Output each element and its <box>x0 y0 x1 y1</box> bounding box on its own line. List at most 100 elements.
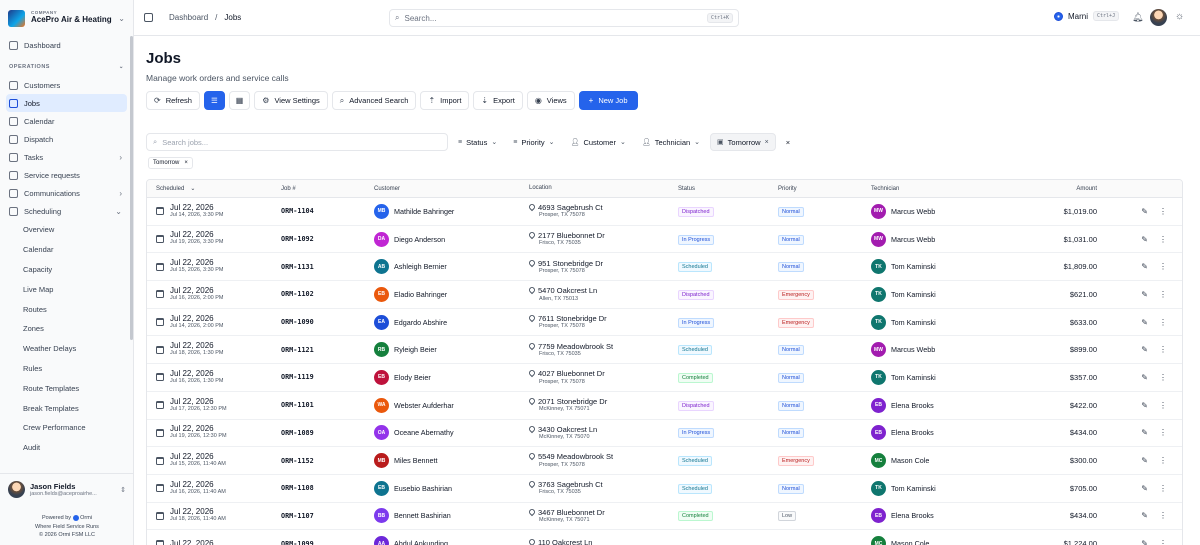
sidebar-item-customers[interactable]: Customers <box>6 76 127 94</box>
sidebar-item-dashboard[interactable]: Dashboard <box>6 36 127 54</box>
table-row[interactable]: Jul 22, 2026 Jul 18, 2026, 11:40 AM ORM-… <box>147 503 1182 531</box>
close-icon[interactable]: × <box>765 139 769 146</box>
edit-icon[interactable]: ✎ <box>1141 401 1148 410</box>
job-number[interactable]: ORM-1107 <box>281 512 374 520</box>
customer-filter[interactable]: 👤︎ Customer ⌄ <box>565 133 632 151</box>
export-button[interactable]: ⇣ Export <box>473 91 523 110</box>
cell-customer[interactable]: EB Elody Beier <box>374 369 529 385</box>
table-row[interactable]: Jul 22, 2026 Jul 14, 2026, 3:30 PM ORM-1… <box>147 198 1182 226</box>
edit-icon[interactable]: ✎ <box>1141 318 1148 327</box>
sidebar-scrollbar[interactable] <box>130 36 133 340</box>
cell-customer[interactable]: RB Ryleigh Beier <box>374 342 529 358</box>
more-vertical-icon[interactable]: ⋮ <box>1159 456 1167 465</box>
sidebar-subitem-route-templates[interactable]: Route Templates <box>0 378 133 398</box>
close-icon[interactable]: × <box>184 160 188 166</box>
clear-filters-button[interactable]: × <box>780 133 796 151</box>
board-view-button[interactable]: ▦ <box>228 91 251 110</box>
table-row[interactable]: Jul 22, 2026 ORM-1099 AA Abdul Ankunding… <box>147 530 1182 545</box>
table-row[interactable]: Jul 22, 2026 Jul 14, 2026, 2:00 PM ORM-1… <box>147 309 1182 337</box>
cell-customer[interactable]: OA Oceane Abernathy <box>374 425 529 441</box>
table-row[interactable]: Jul 22, 2026 Jul 17, 2026, 12:30 PM ORM-… <box>147 392 1182 420</box>
breadcrumb-dashboard[interactable]: Dashboard <box>169 13 208 22</box>
edit-icon[interactable]: ✎ <box>1141 511 1148 520</box>
sidebar-subitem-routes[interactable]: Routes <box>0 299 133 319</box>
job-number[interactable]: ORM-1101 <box>281 401 374 409</box>
more-vertical-icon[interactable]: ⋮ <box>1159 428 1167 437</box>
theme-toggle-icon[interactable]: ☼ <box>1175 11 1184 22</box>
active-filter-chip[interactable]: Tomorrow × <box>148 157 193 169</box>
sidebar-subitem-calendar[interactable]: Calendar <box>0 240 133 260</box>
cell-customer[interactable]: EB Eusebio Bashirian <box>374 480 529 496</box>
more-vertical-icon[interactable]: ⋮ <box>1159 262 1167 271</box>
sidebar-subitem-audit[interactable]: Audit <box>0 438 133 458</box>
sidebar-item-calendar[interactable]: Calendar <box>6 112 127 130</box>
more-vertical-icon[interactable]: ⋮ <box>1159 345 1167 354</box>
job-number[interactable]: ORM-1092 <box>281 235 374 243</box>
sidebar-item-tasks[interactable]: Tasks › <box>6 148 127 166</box>
sidebar-subitem-overview[interactable]: Overview <box>0 220 133 240</box>
job-number[interactable]: ORM-1121 <box>281 346 374 354</box>
column-job[interactable]: Job # <box>281 186 374 192</box>
view-settings-button[interactable]: ⚙ View Settings <box>254 91 328 110</box>
avatar[interactable] <box>1150 9 1167 26</box>
sidebar-item-dispatch[interactable]: Dispatch <box>6 130 127 148</box>
status-filter[interactable]: ≡ Status ⌄ <box>452 133 503 151</box>
job-number[interactable]: ORM-1119 <box>281 373 374 381</box>
sidebar-subitem-break-templates[interactable]: Break Templates <box>0 398 133 418</box>
cell-customer[interactable]: WA Webster Aufderhar <box>374 397 529 413</box>
job-number[interactable]: ORM-1099 <box>281 540 374 545</box>
cell-customer[interactable]: BB Bennett Bashirian <box>374 508 529 524</box>
edit-icon[interactable]: ✎ <box>1141 456 1148 465</box>
sidebar-subitem-rules[interactable]: Rules <box>0 359 133 379</box>
more-vertical-icon[interactable]: ⋮ <box>1159 318 1167 327</box>
job-number[interactable]: ORM-1152 <box>281 457 374 465</box>
table-row[interactable]: Jul 22, 2026 Jul 15, 2026, 11:40 AM ORM-… <box>147 447 1182 475</box>
edit-icon[interactable]: ✎ <box>1141 484 1148 493</box>
table-row[interactable]: Jul 22, 2026 Jul 18, 2026, 1:30 PM ORM-1… <box>147 336 1182 365</box>
sidebar-subitem-capacity[interactable]: Capacity <box>0 260 133 280</box>
column-customer[interactable]: Customer <box>374 186 529 192</box>
sidebar-item-scheduling[interactable]: Scheduling ⌄ <box>6 202 127 220</box>
cell-customer[interactable]: MB Mathilde Bahringer <box>374 203 529 219</box>
sidebar-subitem-weather-delays[interactable]: Weather Delays <box>0 339 133 359</box>
job-number[interactable]: ORM-1102 <box>281 290 374 298</box>
sidebar-item-communications[interactable]: Communications › <box>6 184 127 202</box>
bell-icon[interactable]: 🔔︎ <box>1132 12 1143 23</box>
more-vertical-icon[interactable]: ⋮ <box>1159 373 1167 382</box>
user-menu[interactable]: Jason Fields jason.fields@aceproairhe...… <box>0 473 134 505</box>
edit-icon[interactable]: ✎ <box>1141 262 1148 271</box>
table-row[interactable]: Jul 22, 2026 Jul 19, 2026, 12:30 PM ORM-… <box>147 420 1182 448</box>
more-vertical-icon[interactable]: ⋮ <box>1159 484 1167 493</box>
edit-icon[interactable]: ✎ <box>1141 345 1148 354</box>
job-number[interactable]: ORM-1104 <box>281 207 374 215</box>
edit-icon[interactable]: ✎ <box>1141 539 1148 545</box>
column-amount[interactable]: Amount <box>1021 186 1097 192</box>
column-priority[interactable]: Priority <box>778 186 871 192</box>
table-row[interactable]: Jul 22, 2026 Jul 16, 2026, 2:00 PM ORM-1… <box>147 281 1182 309</box>
cell-customer[interactable]: AB Ashleigh Bernier <box>374 259 529 275</box>
table-row[interactable]: Jul 22, 2026 Jul 15, 2026, 3:30 PM ORM-1… <box>147 253 1182 282</box>
technician-filter[interactable]: 👤︎ Technician ⌄ <box>636 133 706 151</box>
company-switcher[interactable]: COMPANY AcePro Air & Heating ⌄ <box>0 0 133 36</box>
import-button[interactable]: ⇡ Import <box>420 91 470 110</box>
sidebar-subitem-crew-performance[interactable]: Crew Performance <box>0 418 133 438</box>
global-search-input[interactable]: ⌕ Search... Ctrl+K <box>389 9 739 27</box>
cell-customer[interactable]: AA Abdul Ankunding <box>374 536 529 545</box>
more-vertical-icon[interactable]: ⋮ <box>1159 207 1167 216</box>
refresh-button[interactable]: ⟳ Refresh <box>146 91 200 110</box>
list-view-button[interactable]: ☰ <box>203 91 225 110</box>
sidebar-item-service-requests[interactable]: Service requests <box>6 166 127 184</box>
more-vertical-icon[interactable]: ⋮ <box>1159 290 1167 299</box>
edit-icon[interactable]: ✎ <box>1141 207 1148 216</box>
sidebar-toggle-icon[interactable] <box>144 13 153 22</box>
job-number[interactable]: ORM-1090 <box>281 318 374 326</box>
assistant-button[interactable]: Marni Ctrl+J <box>1054 11 1120 21</box>
sidebar-item-jobs[interactable]: Jobs <box>6 94 127 112</box>
column-status[interactable]: Status <box>678 186 778 192</box>
edit-icon[interactable]: ✎ <box>1141 373 1148 382</box>
cell-customer[interactable]: EA Edgardo Abshire <box>374 314 529 330</box>
table-row[interactable]: Jul 22, 2026 Jul 19, 2026, 3:30 PM ORM-1… <box>147 226 1182 254</box>
more-vertical-icon[interactable]: ⋮ <box>1159 401 1167 410</box>
job-search-input[interactable]: ⌕ Search jobs... <box>146 133 448 151</box>
column-location[interactable]: Location <box>529 185 678 192</box>
